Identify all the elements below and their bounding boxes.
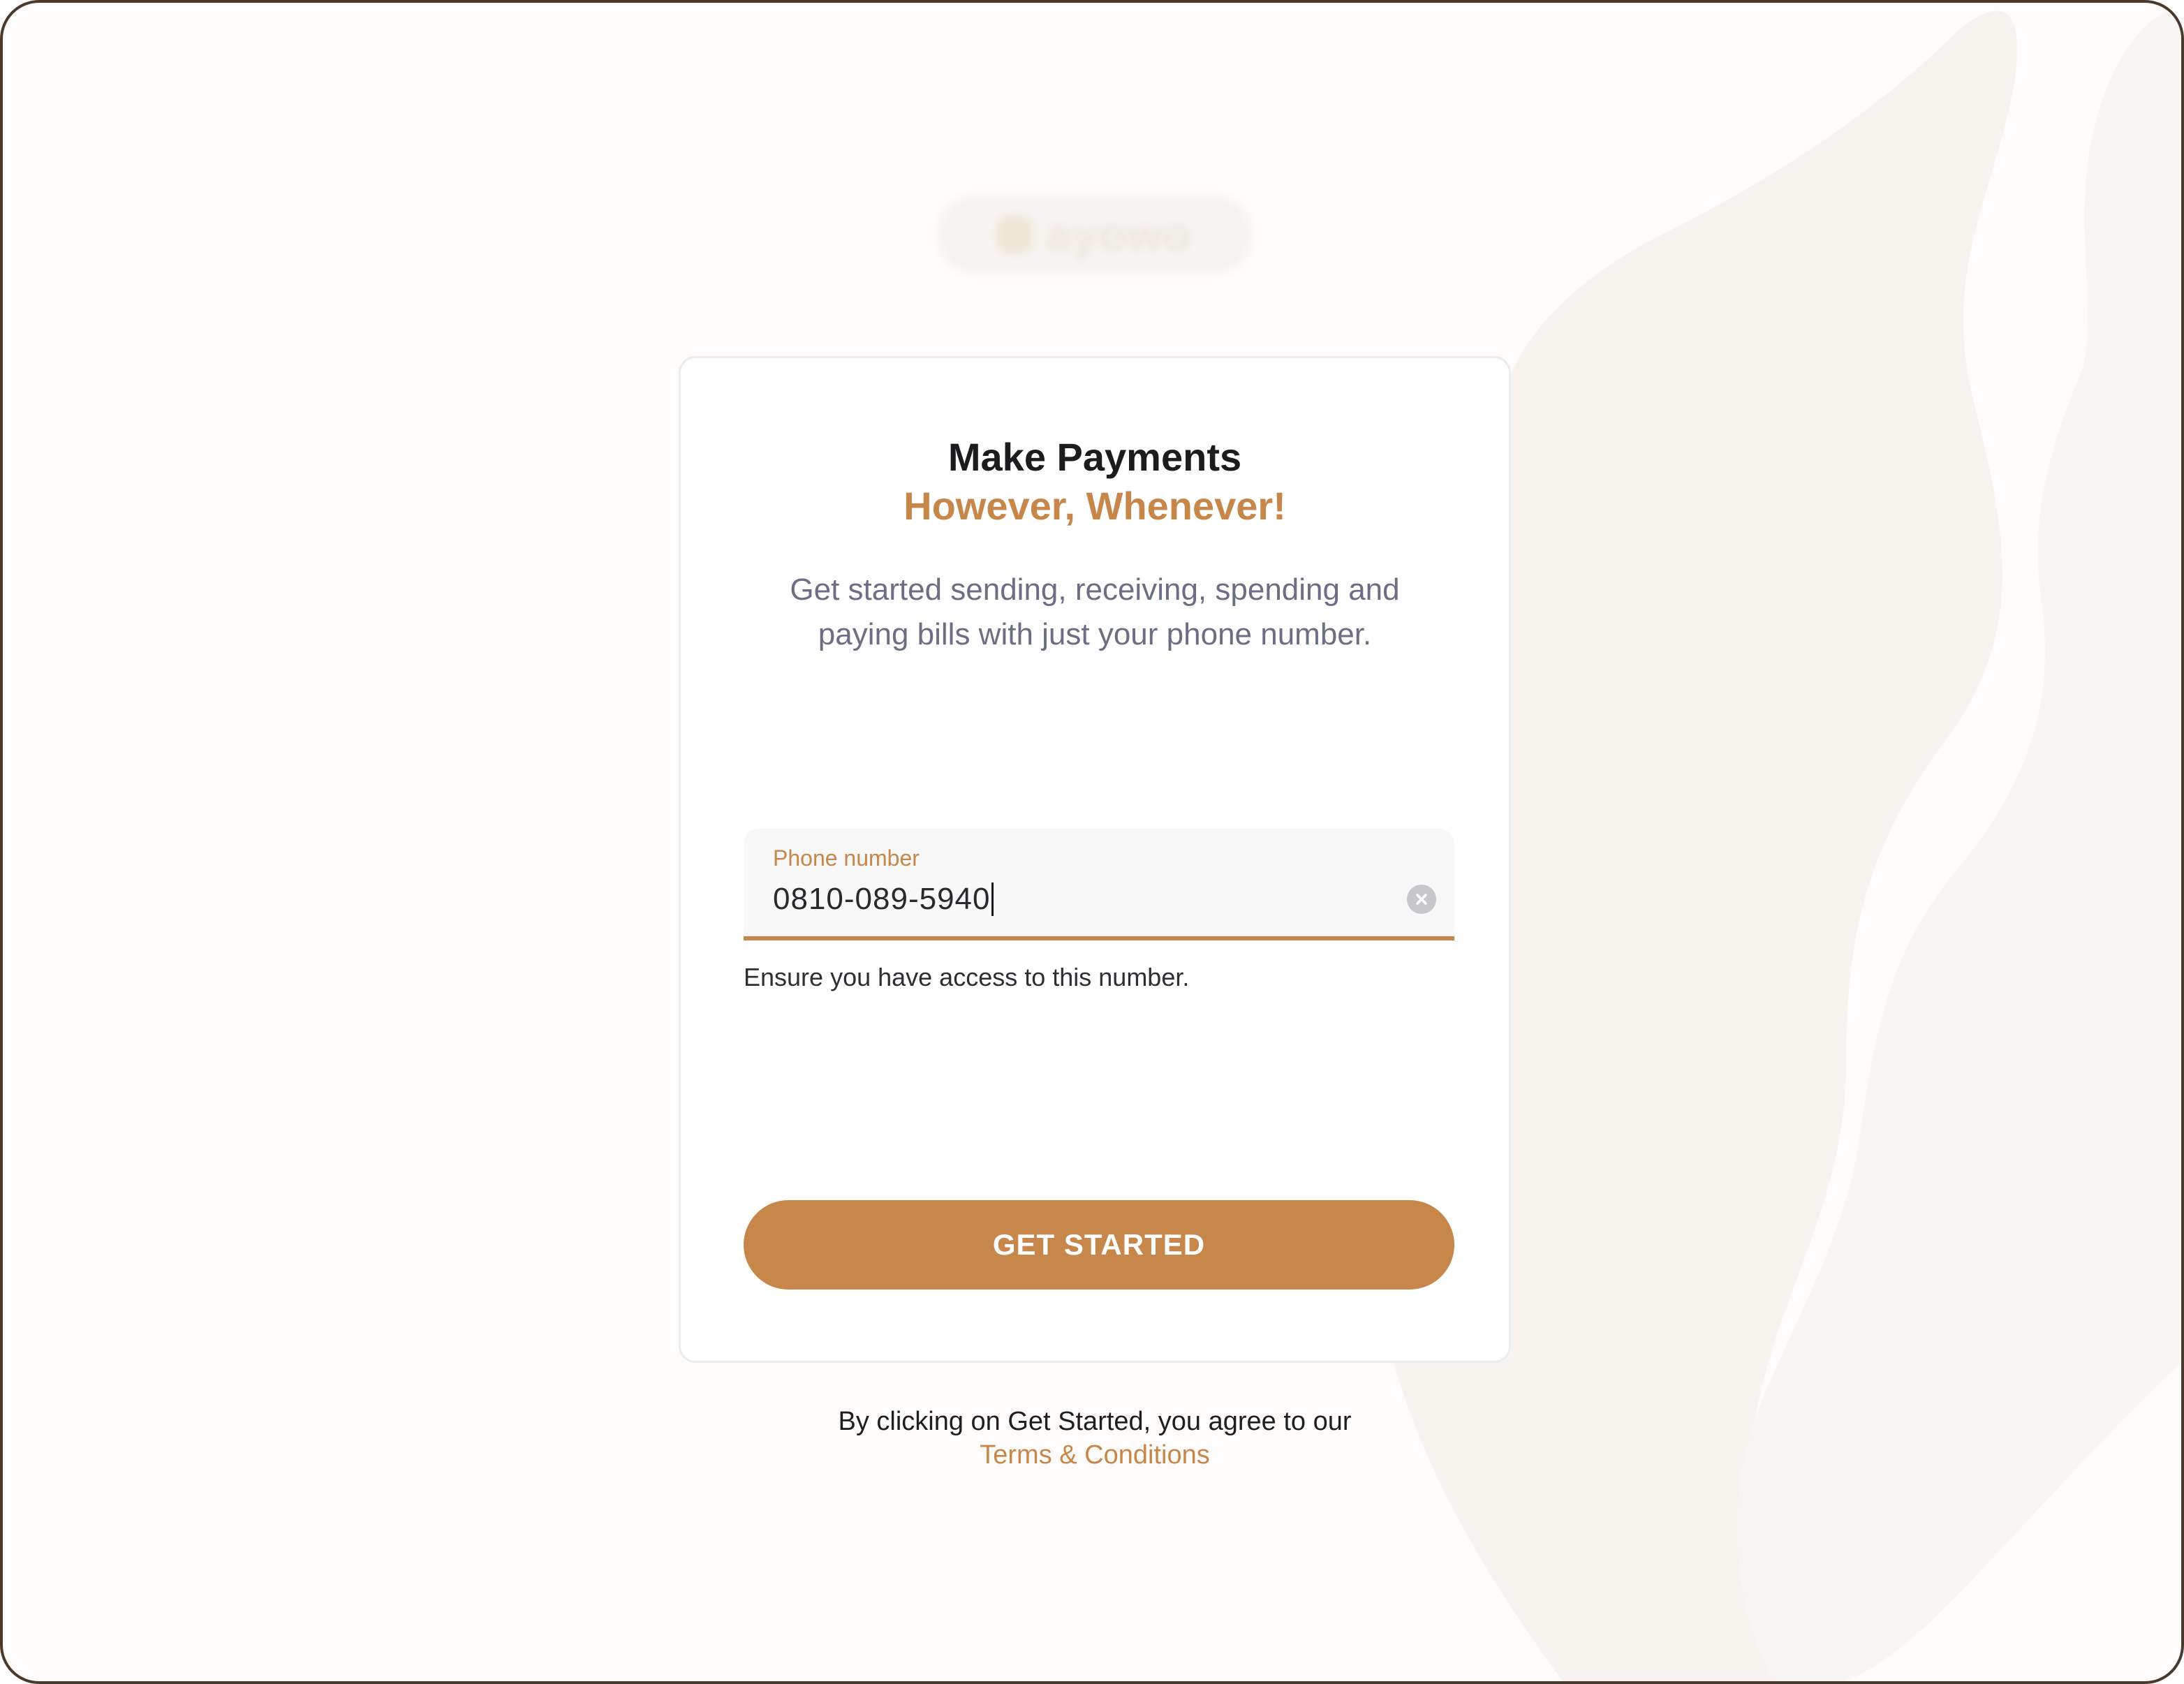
phone-number-field[interactable]: Phone number 0810-089-5940 [744,829,1454,940]
page-description: Get started sending, receiving, spending… [790,573,1400,651]
brand-logo-text: ayowo [1046,209,1193,260]
get-started-button[interactable]: GET STARTED [744,1200,1454,1290]
terms-footer: By clicking on Get Started, you agree to… [3,1405,2181,1472]
clear-input-icon[interactable] [1407,885,1436,914]
phone-helper-text: Ensure you have access to this number. [744,963,1190,991]
page-subtitle: However, Whenever! [903,484,1286,528]
phone-number-label: Phone number [773,845,920,871]
brand-mark-icon [997,216,1034,253]
phone-number-input[interactable]: 0810-089-5940 [773,882,994,917]
text-caret [991,882,994,916]
app-window: ayowo Make Payments However, Whenever! G… [0,0,2184,1684]
page-title: Make Payments [947,435,1242,479]
brand-logo: ayowo [937,195,1253,274]
terms-conditions-link[interactable]: Terms & Conditions [980,1440,1209,1470]
phone-number-value: 0810-089-5940 [773,882,991,916]
agreement-text: By clicking on Get Started, you agree to… [838,1407,1352,1436]
onboarding-card: Make Payments However, Whenever! Get sta… [679,356,1511,1363]
